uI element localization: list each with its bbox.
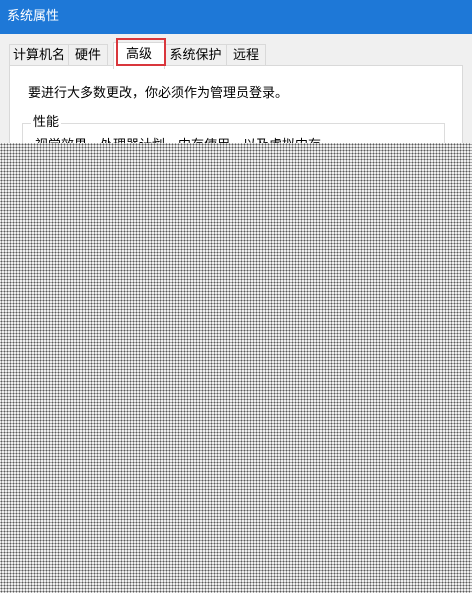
dithered-overlay <box>0 143 472 593</box>
tab-label: 系统保护 <box>169 48 222 63</box>
window-title: 系统属性 <box>7 9 60 24</box>
tab-hardware[interactable]: 硬件 <box>68 44 108 66</box>
tab-computer-name[interactable]: 计算机名 <box>9 44 69 66</box>
tab-system-protection[interactable]: 系统保护 <box>164 44 227 66</box>
tab-label: 远程 <box>232 48 259 63</box>
tab-strip: 计算机名 硬件 高级 系统保护 远程 <box>9 42 409 69</box>
performance-group-title: 性能 <box>31 115 62 131</box>
tab-label: 硬件 <box>74 48 101 63</box>
admin-notice: 要进行大多数更改，你必须作为管理员登录。 <box>28 86 289 101</box>
highlight-annotation <box>116 38 166 66</box>
tab-label: 计算机名 <box>12 48 65 63</box>
tab-remote[interactable]: 远程 <box>226 44 266 66</box>
title-bar[interactable]: 系统属性 <box>0 0 472 34</box>
